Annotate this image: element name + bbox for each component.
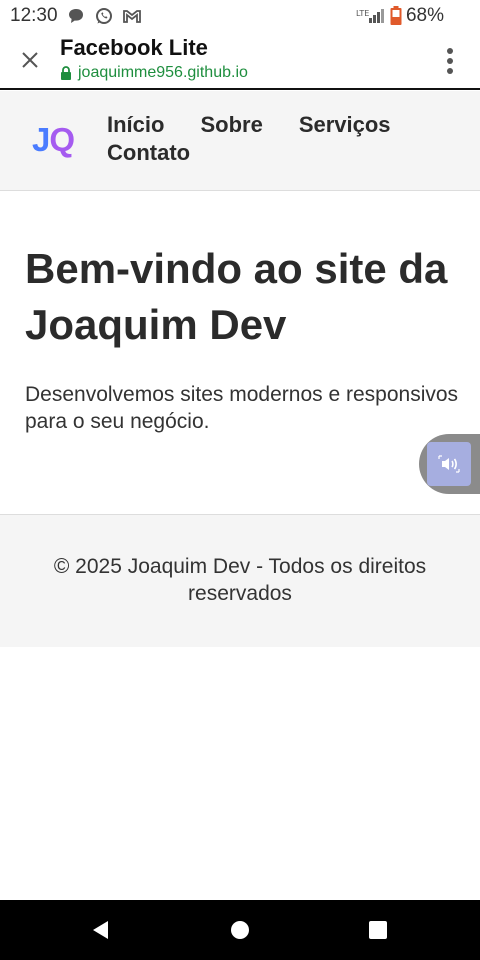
nav-link-servicos[interactable]: Serviços — [299, 111, 391, 139]
notification-icons — [66, 6, 142, 26]
site-header: JQ Início Sobre Serviços Contato — [0, 91, 480, 191]
browser-title: Facebook Lite — [60, 35, 208, 60]
nav-link-inicio[interactable]: Início — [107, 111, 164, 139]
overflow-menu-button[interactable] — [438, 46, 462, 76]
speaker-icon — [438, 455, 460, 473]
chat-bubble-icon — [69, 9, 83, 23]
site-logo[interactable]: JQ — [32, 121, 75, 159]
nav-link-contato[interactable]: Contato — [107, 139, 190, 167]
system-status: LTE 68% — [356, 5, 444, 27]
whatsapp-icon — [96, 8, 112, 24]
svg-text:LTE: LTE — [356, 9, 369, 18]
back-icon[interactable] — [90, 919, 112, 941]
home-icon[interactable] — [231, 921, 249, 939]
hero-section: Bem-vindo ao site da Joaquim Dev Desenvo… — [25, 241, 465, 435]
lte-signal-icon: LTE — [356, 9, 384, 23]
url-text: joaquimme956.github.io — [78, 64, 248, 81]
lock-icon — [61, 66, 71, 80]
nav-link-sobre[interactable]: Sobre — [200, 111, 262, 139]
hero-text: Desenvolvemos sites modernos e responsiv… — [25, 383, 459, 433]
browser-toolbar: Facebook Lite joaquimme956.github.io — [0, 32, 480, 90]
status-bar: 12:30 LTE 68% — [0, 0, 480, 32]
gmail-icon — [123, 10, 141, 23]
site-footer: © 2025 Joaquim Dev - Todos os direitos r… — [0, 514, 480, 647]
fab-inner — [427, 442, 471, 486]
logo-letter-j: J — [32, 121, 50, 158]
url-bar[interactable]: joaquimme956.github.io — [60, 64, 248, 82]
accessibility-float-button[interactable] — [419, 434, 480, 494]
close-button[interactable] — [14, 44, 46, 76]
recent-apps-icon[interactable] — [369, 921, 387, 939]
battery-icon — [390, 6, 402, 25]
battery-percent: 68% — [405, 5, 444, 26]
more-vert-icon — [447, 48, 453, 54]
site-nav: Início Sobre Serviços Contato — [107, 111, 427, 167]
android-nav-bar — [0, 900, 480, 960]
status-time: 12:30 — [10, 5, 58, 26]
close-icon — [22, 52, 38, 68]
footer-copyright: © 2025 Joaquim Dev - Todos os direitos r… — [53, 555, 427, 605]
logo-letter-q: Q — [49, 121, 75, 158]
hero-title: Bem-vindo ao site da Joaquim Dev — [25, 245, 448, 348]
